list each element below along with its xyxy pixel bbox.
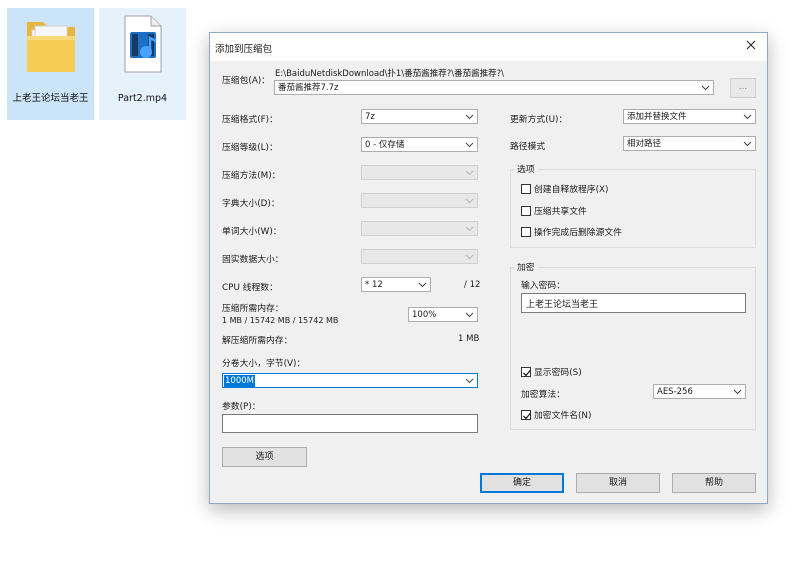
level-combo[interactable]: 0 - 仅存储: [361, 137, 478, 152]
password-input[interactable]: 上老王论坛当老王: [521, 293, 746, 313]
cpu-threads-combo[interactable]: * 12: [361, 277, 431, 292]
encryption-group-title: 加密: [514, 260, 538, 273]
level-value: 0 - 仅存储: [365, 140, 405, 150]
folder-icon: [25, 14, 77, 79]
shared-checkbox[interactable]: 压缩共享文件: [521, 204, 587, 217]
cancel-button[interactable]: 取消: [576, 473, 660, 493]
delete-after-label: 操作完成后删除源文件: [534, 228, 622, 238]
word-label: 单词大小(W)：: [222, 227, 282, 237]
chevron-down-icon: [743, 114, 752, 120]
cpu-max: / 12: [464, 280, 481, 290]
dialog-title: 添加到压缩包: [215, 44, 273, 55]
dict-combo[interactable]: [361, 193, 478, 208]
path-mode-combo[interactable]: 相对路径: [623, 136, 756, 151]
cpu-value: * 12: [365, 280, 383, 290]
archive-name-value: 番茄酱推荐7.7z: [278, 83, 339, 93]
delete-after-checkbox[interactable]: 操作完成后删除源文件: [521, 225, 622, 238]
desktop-icon-video[interactable]: Part2.mp4: [99, 8, 186, 120]
mem-decomp-value: 1 MB: [458, 334, 480, 344]
encrypt-names-checkbox[interactable]: 加密文件名(N): [521, 408, 591, 421]
chevron-down-icon: [465, 170, 474, 176]
mem-comp-detail: 1 MB / 15742 MB / 15742 MB: [222, 316, 339, 325]
mem-decomp-label: 解压缩所需内存：: [222, 336, 293, 346]
chevron-down-icon: [465, 142, 474, 148]
dict-label: 字典大小(D)：: [222, 199, 280, 209]
method-label: 压缩方法(M)：: [222, 171, 281, 181]
checkmark-icon: [523, 412, 532, 419]
archive-path: E:\BaiduNetdiskDownload\扑1\番茄酱推荐?\番茄酱推荐?…: [275, 69, 504, 79]
chevron-down-icon: [701, 85, 710, 91]
chevron-down-icon: [465, 254, 474, 260]
show-password-label: 显示密码(S): [534, 368, 582, 378]
params-label: 参数(P)：: [222, 402, 261, 412]
params-input[interactable]: [222, 414, 478, 433]
desktop-icon-label: 上老王论坛当老王: [12, 93, 89, 104]
mem-percent-value: 100%: [412, 310, 437, 320]
options-group-title: 选项: [514, 162, 538, 175]
ok-button[interactable]: 确定: [480, 473, 564, 493]
show-password-checkbox[interactable]: 显示密码(S): [521, 365, 582, 378]
update-label: 更新方式(U)：: [510, 115, 568, 125]
solid-label: 固实数据大小：: [222, 255, 284, 265]
desktop-icon-label: Part2.mp4: [117, 93, 168, 104]
sfx-label: 创建自释放程序(X): [534, 185, 609, 195]
encryption-method-combo[interactable]: AES-256: [653, 384, 746, 399]
encryption-group: [510, 267, 756, 430]
format-label: 压缩格式(F)：: [222, 115, 278, 125]
mem-percent-combo[interactable]: 100%: [408, 307, 478, 322]
desktop-icon-folder[interactable]: 上老王论坛当老王: [7, 8, 94, 120]
chevron-down-icon: [418, 282, 427, 288]
archive-label: 压缩包(A)：: [222, 76, 271, 86]
format-combo[interactable]: 7z: [361, 109, 478, 124]
mem-comp-label: 压缩所需内存：: [222, 304, 284, 314]
chevron-down-icon: [733, 389, 742, 395]
format-value: 7z: [365, 112, 375, 122]
password-label: 输入密码：: [521, 281, 565, 291]
video-file-icon: [121, 14, 165, 77]
volume-value: 1000M: [224, 375, 255, 387]
method-combo[interactable]: [361, 165, 478, 180]
encryption-method-value: AES-256: [657, 387, 693, 397]
encrypt-names-label: 加密文件名(N): [534, 411, 592, 421]
cpu-label: CPU 线程数：: [222, 283, 278, 293]
checkbox-box: [521, 205, 531, 216]
add-to-archive-dialog: 添加到压缩包 压缩包(A)： E:\BaiduNetdiskDownload\扑…: [209, 32, 768, 504]
chevron-down-icon: [465, 114, 474, 120]
chevron-down-icon: [465, 198, 474, 204]
browse-button[interactable]: ...: [730, 78, 756, 98]
encryption-method-label: 加密算法：: [521, 390, 565, 400]
word-combo[interactable]: [361, 221, 478, 236]
checkmark-icon: [523, 369, 532, 376]
chevron-down-icon: [465, 312, 474, 318]
checkbox-box: [521, 366, 532, 377]
level-label: 压缩等级(L)：: [222, 143, 278, 153]
checkbox-box: [521, 183, 531, 194]
help-button[interactable]: 帮助: [672, 473, 756, 493]
password-value: 上老王论坛当老王: [526, 300, 599, 310]
path-mode-label: 路径模式: [510, 142, 546, 152]
volume-label: 分卷大小，字节(V)：: [222, 359, 306, 369]
chevron-down-icon: [465, 378, 474, 384]
archive-name-combo[interactable]: 番茄酱推荐7.7z: [274, 80, 714, 95]
close-icon: [746, 40, 756, 50]
update-value: 添加并替换文件: [627, 112, 687, 122]
path-value: 相对路径: [627, 139, 662, 149]
title-bar: 添加到压缩包: [210, 33, 767, 61]
solid-combo[interactable]: [361, 249, 478, 264]
chevron-down-icon: [465, 226, 474, 232]
volume-size-combo[interactable]: 1000M: [222, 373, 478, 388]
checkbox-box: [521, 226, 531, 237]
update-mode-combo[interactable]: 添加并替换文件: [623, 109, 756, 124]
sfx-checkbox[interactable]: 创建自释放程序(X): [521, 182, 608, 195]
close-button[interactable]: [735, 33, 767, 61]
chevron-down-icon: [743, 141, 752, 147]
shared-label: 压缩共享文件: [534, 207, 587, 217]
checkbox-box: [521, 409, 532, 420]
options-button[interactable]: 选项: [222, 447, 307, 467]
